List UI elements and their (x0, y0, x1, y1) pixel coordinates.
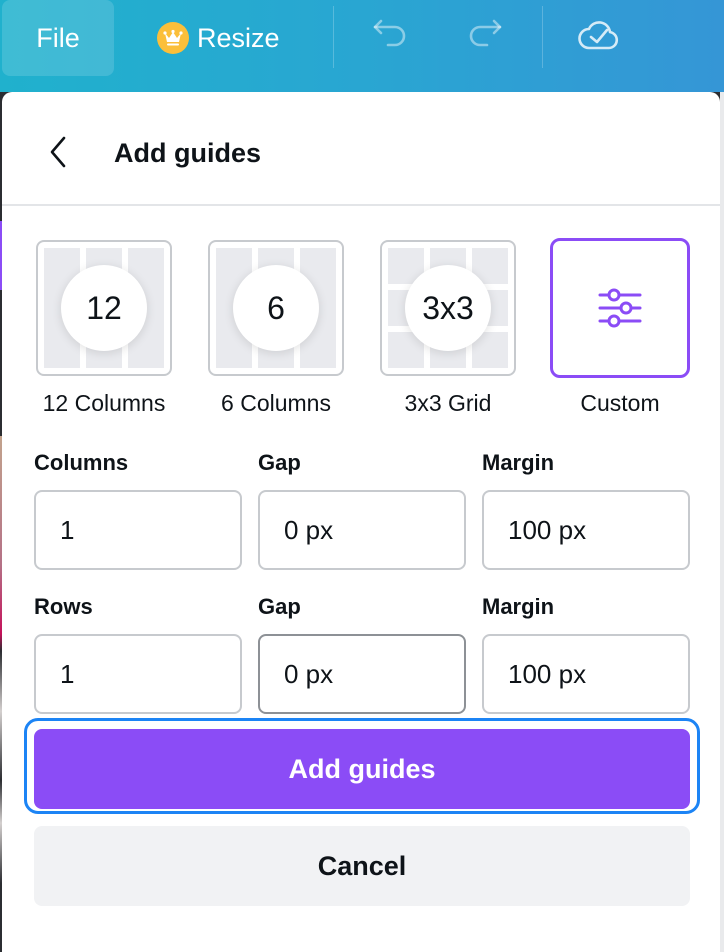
row-gap-input[interactable]: 0 px (258, 634, 466, 714)
columns-label: Columns (34, 450, 129, 475)
crown-icon (157, 22, 189, 54)
preset-12-columns[interactable]: 12 12 Columns (36, 240, 172, 417)
toolbar-divider (333, 6, 334, 68)
sliders-icon (553, 241, 687, 375)
column-margin-input[interactable]: 100 px (482, 490, 690, 570)
preset-label: 12 Columns (42, 390, 166, 416)
row-margin-label: Margin (482, 594, 555, 619)
column-gap-input[interactable]: 0 px (258, 490, 466, 570)
preset-tile[interactable]: 3x3 (380, 240, 516, 376)
file-menu-button[interactable]: File (2, 0, 114, 76)
column-margin-label: Margin (482, 450, 555, 475)
canvas-background (720, 92, 724, 952)
add-guides-panel: Add guides 12 12 Columns 6 6 Columns 3x3 (2, 92, 720, 952)
preset-badge: 12 (61, 265, 147, 351)
add-guides-button[interactable]: Add guides (34, 729, 690, 809)
resize-button[interactable]: Resize (157, 0, 280, 76)
undo-button[interactable] (369, 14, 413, 58)
file-label: File (36, 22, 80, 53)
resize-label: Resize (197, 22, 280, 53)
redo-button[interactable] (462, 14, 506, 58)
save-status-button[interactable] (577, 14, 621, 58)
columns-input[interactable]: 1 (34, 490, 242, 570)
column-gap-label: Gap (258, 450, 301, 475)
preset-6-columns[interactable]: 6 6 Columns (208, 240, 344, 417)
preset-label: 3x3 Grid (404, 390, 492, 416)
preset-3x3-grid[interactable]: 3x3 3x3 Grid (380, 240, 516, 417)
cloud-check-icon (576, 15, 622, 58)
preset-tile[interactable]: 12 (36, 240, 172, 376)
panel-header: Add guides (2, 92, 720, 206)
preset-label: 6 Columns (221, 390, 331, 416)
preset-tile[interactable]: 6 (208, 240, 344, 376)
chevron-left-icon (48, 136, 68, 173)
preset-badge: 6 (233, 265, 319, 351)
undo-icon (371, 17, 411, 56)
preset-tile-selected[interactable] (550, 238, 690, 378)
panel-title: Add guides (114, 138, 261, 168)
preset-badge: 3x3 (405, 265, 491, 351)
cancel-button[interactable]: Cancel (34, 826, 690, 906)
top-toolbar: File Resize (0, 0, 724, 92)
toolbar-divider (542, 6, 543, 68)
preset-label: Custom (580, 390, 660, 416)
rows-label: Rows (34, 594, 93, 619)
redo-icon (464, 17, 504, 56)
rows-input[interactable]: 1 (34, 634, 242, 714)
back-button[interactable] (38, 134, 78, 174)
row-gap-label: Gap (258, 594, 301, 619)
row-margin-input[interactable]: 100 px (482, 634, 690, 714)
preset-custom[interactable]: Custom (550, 238, 690, 417)
